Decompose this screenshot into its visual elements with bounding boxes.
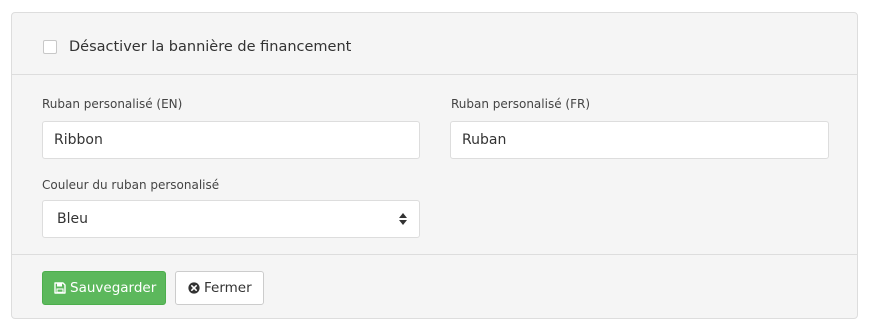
disable-banner-label[interactable]: Désactiver la bannière de financement (69, 37, 351, 57)
ribbon-fr-input[interactable] (450, 121, 829, 159)
ribbon-en-input[interactable] (42, 121, 420, 159)
ribbon-en-label: Ruban personalisé (EN) (42, 97, 183, 111)
close-button[interactable]: Fermer (175, 271, 264, 305)
ribbon-color-select[interactable]: Bleu (42, 200, 420, 238)
disable-banner-checkbox[interactable] (43, 40, 57, 54)
floppy-disk-icon (54, 282, 66, 294)
times-circle-icon (188, 282, 200, 294)
save-button[interactable]: Sauvegarder (42, 271, 166, 305)
close-button-label: Fermer (204, 280, 252, 296)
save-button-label: Sauvegarder (70, 280, 157, 296)
ribbon-fr-label: Ruban personalisé (FR) (451, 97, 591, 111)
panel-footer: Sauvegarder Fermer (12, 254, 857, 318)
sort-arrows-icon (399, 213, 407, 225)
ribbon-color-label: Couleur du ruban personalisé (42, 178, 220, 192)
ribbon-color-selected-value: Bleu (57, 211, 88, 227)
panel-header: Désactiver la bannière de financement (12, 13, 857, 75)
ribbon-settings-panel: Désactiver la bannière de financement Ru… (11, 12, 858, 319)
